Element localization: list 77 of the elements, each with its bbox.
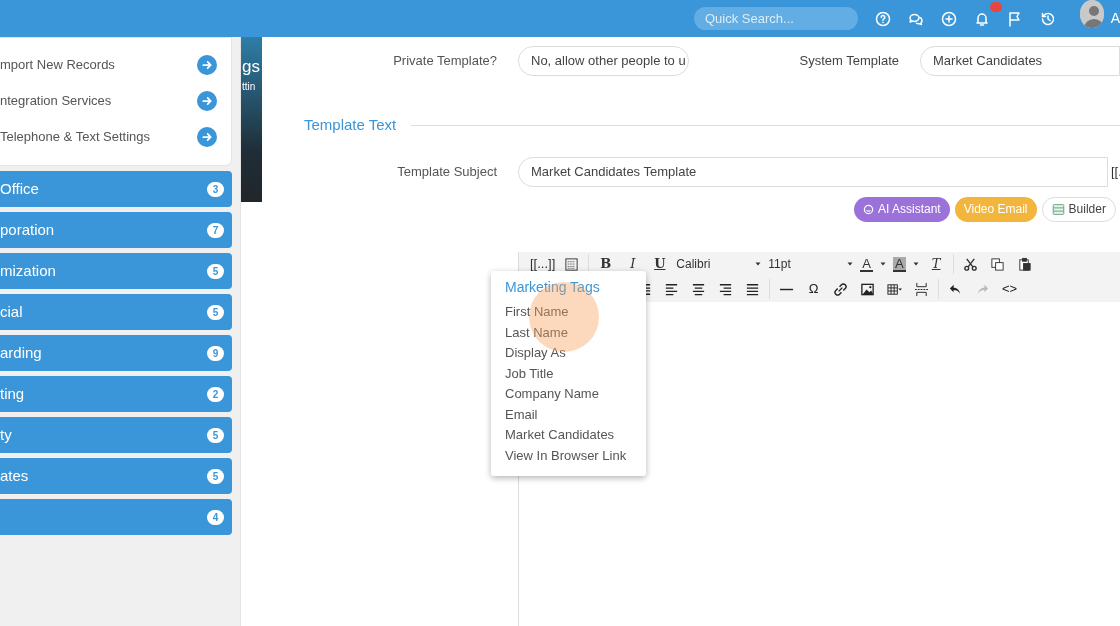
image-icon[interactable] xyxy=(860,281,875,297)
page-break-icon[interactable] xyxy=(914,281,929,297)
text-field[interactable]: Market Candidates Template xyxy=(518,156,1108,187)
paste-icon[interactable] xyxy=(1016,256,1032,272)
menu-item[interactable]: Company Name xyxy=(505,384,632,405)
menu-item[interactable]: First Name xyxy=(505,302,632,323)
highlight-button[interactable]: A xyxy=(889,253,923,275)
count-badge: 7 xyxy=(207,222,224,238)
count-badge: 5 xyxy=(207,427,224,443)
sidebar-link[interactable]: Telephone & Text Settings xyxy=(0,127,151,147)
builder-button[interactable]: Builder xyxy=(1041,196,1116,222)
section-title: Template Text xyxy=(304,115,397,135)
count-badge: 2 xyxy=(207,386,224,402)
copy-icon[interactable] xyxy=(989,256,1005,272)
notification-icon[interactable] xyxy=(974,10,990,27)
sidebar-link[interactable]: ntegration Services xyxy=(0,91,112,111)
scissors-icon[interactable] xyxy=(962,256,978,272)
flag-icon[interactable] xyxy=(1007,10,1023,27)
field-label: Private Template? xyxy=(392,52,497,71)
menu-item[interactable]: Last Name xyxy=(505,322,632,343)
dropdown-title: Marketing Tags xyxy=(505,278,601,297)
layout-icon xyxy=(1051,202,1065,216)
text-color-button[interactable]: A xyxy=(857,253,890,275)
category-label: poration xyxy=(0,219,55,240)
toolbar-button[interactable]: [[...]] xyxy=(527,253,559,275)
font-select[interactable]: 11pt xyxy=(765,253,858,275)
select-value: No, allow other people to u xyxy=(531,52,686,71)
menu-item[interactable]: Market Candidates xyxy=(505,425,632,446)
menu-item[interactable]: View In Browser Link xyxy=(505,445,632,466)
underline-button[interactable]: U xyxy=(646,253,674,275)
count-badge: 9 xyxy=(207,345,224,361)
align-center-icon[interactable] xyxy=(691,281,706,297)
toolbar-button[interactable]: <> xyxy=(996,278,1023,300)
category-label: ates xyxy=(0,465,29,486)
count-badge: 5 xyxy=(207,263,224,279)
align-right-icon[interactable] xyxy=(718,281,733,297)
count-badge: 5 xyxy=(207,468,224,484)
category-label: ting xyxy=(0,383,25,404)
caret-icon xyxy=(754,260,763,268)
add-icon[interactable] xyxy=(941,10,957,27)
sidebar-link[interactable]: mport New Records xyxy=(0,55,115,75)
count-badge: 5 xyxy=(207,304,224,320)
category-label: Office xyxy=(0,178,39,199)
italic-button[interactable]: I xyxy=(619,253,647,275)
category-label: arding xyxy=(0,342,42,363)
font-select[interactable]: Calibri xyxy=(673,253,766,275)
field-label: System Template xyxy=(799,52,899,71)
search-field[interactable]: Quick Search... xyxy=(694,7,858,30)
field-label: Template Subject xyxy=(396,162,497,181)
caret-icon xyxy=(878,260,887,268)
tags-button[interactable]: [[. xyxy=(1111,161,1120,182)
link-icon[interactable] xyxy=(833,281,848,297)
category-label: mization xyxy=(0,260,56,281)
ai-assistant-button[interactable]: AI Assistant xyxy=(854,196,950,222)
help-icon[interactable] xyxy=(875,10,891,27)
count-badge: 3 xyxy=(207,181,224,197)
menu-item[interactable]: Display As xyxy=(505,343,632,364)
count-badge: 4 xyxy=(207,509,224,525)
align-left-icon[interactable] xyxy=(664,281,679,297)
menu-item[interactable]: Email xyxy=(505,404,632,425)
caret-icon xyxy=(911,260,920,268)
banner-text: ttin xyxy=(242,80,257,94)
justify-icon[interactable] xyxy=(745,281,760,297)
caret-icon xyxy=(846,260,855,268)
grid-icon[interactable] xyxy=(564,256,580,272)
category-label: ty xyxy=(0,424,12,445)
history-icon[interactable] xyxy=(1040,10,1056,27)
text-field[interactable]: Market Candidates xyxy=(920,46,1120,76)
avatar[interactable] xyxy=(1080,0,1104,28)
category-label: cial xyxy=(0,301,23,322)
menu-item[interactable]: Job Title xyxy=(505,363,632,384)
table-icon[interactable] xyxy=(887,281,902,297)
toolbar-button[interactable]: Ω xyxy=(800,278,827,300)
clear-format-button[interactable]: T xyxy=(922,253,950,275)
banner-text: gs xyxy=(242,56,261,78)
select-field[interactable]: No, allow other people to u xyxy=(518,46,689,76)
bold-button[interactable]: B xyxy=(592,253,620,275)
